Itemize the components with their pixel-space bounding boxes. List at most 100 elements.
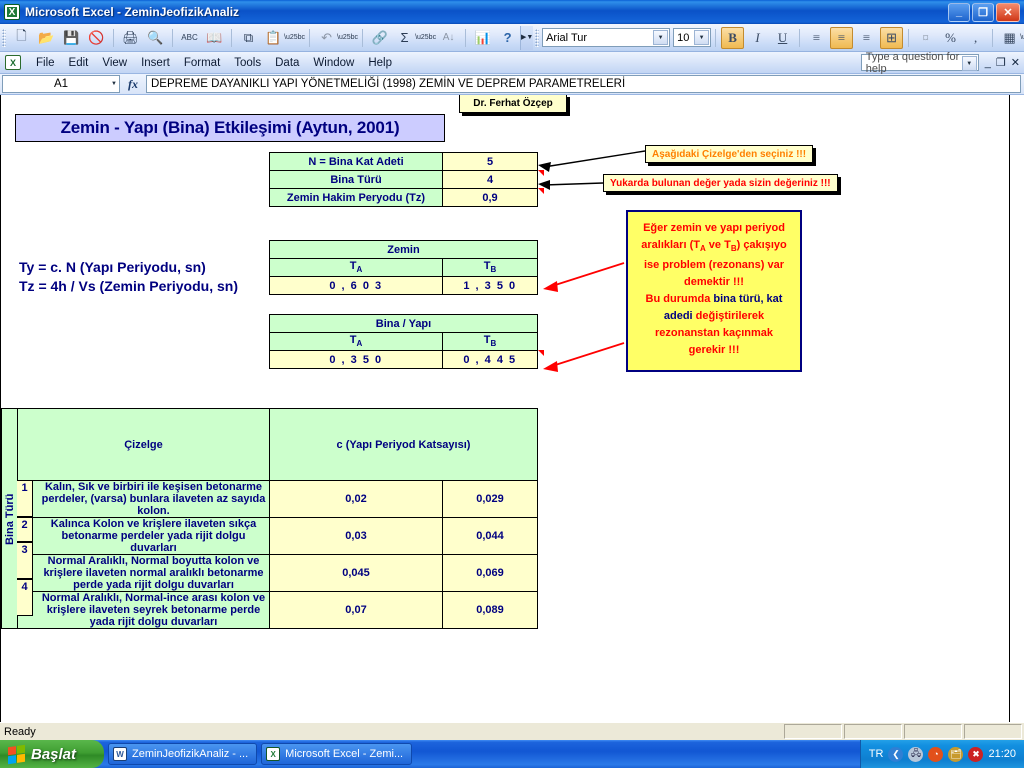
close-button[interactable]: ✕ xyxy=(996,2,1020,22)
status-text: Ready xyxy=(4,725,36,738)
name-box[interactable]: A1 ▼ xyxy=(2,75,120,93)
browser-icon[interactable]: ◔ xyxy=(928,746,944,762)
paste-icon[interactable]: 📋 xyxy=(262,27,285,49)
toolbar-overflow-standard[interactable]: ▶▼ xyxy=(520,25,533,50)
security-icon[interactable]: ✖ xyxy=(968,746,984,762)
research-icon[interactable]: 📖 xyxy=(203,27,226,49)
new-icon[interactable]: 🗋 xyxy=(10,27,33,49)
cizelge-row-4-desc: Normal Aralıklı, Normal-ince arası kolon… xyxy=(17,591,270,629)
permission-icon[interactable]: 🚫 xyxy=(85,27,108,49)
ask-a-question-input[interactable]: Type a question for help ▼ xyxy=(860,51,979,75)
bold-button[interactable]: B xyxy=(721,26,745,49)
menu-item-file[interactable]: File xyxy=(29,55,62,71)
status-cell-3 xyxy=(904,724,962,739)
percent-button[interactable]: % xyxy=(939,27,962,49)
align-right-button[interactable]: ≡ xyxy=(855,27,878,49)
zemin-value-ta: 0 , 6 0 3 xyxy=(269,276,443,295)
chevron-down-icon[interactable]: ▼ xyxy=(961,56,977,71)
network-icon[interactable]: 🖧 xyxy=(908,746,924,762)
table-row: 1 Kalın, Sık ve birbiri ile keşisen beto… xyxy=(2,480,538,518)
toolbar-grip-standard[interactable] xyxy=(2,28,6,47)
cizelge-row-index: 4 xyxy=(17,579,33,616)
windows-flag-icon xyxy=(8,744,25,764)
menu-item-view[interactable]: View xyxy=(95,55,134,71)
autosum-dropdown-arrow[interactable]: \u25bc xyxy=(415,34,436,41)
undo-dropdown-arrow[interactable]: \u25bc xyxy=(337,34,358,41)
input-value-zemin-peryodu[interactable]: 0,9 xyxy=(442,188,538,207)
input-value-kat-adeti[interactable]: 5 xyxy=(442,152,538,171)
align-center-button[interactable]: ≡ xyxy=(830,26,854,49)
menu-item-window[interactable]: Window xyxy=(306,55,361,71)
cizelge-row-3-c2: 0,069 xyxy=(442,554,538,592)
merge-center-button[interactable]: ⊞ xyxy=(880,26,904,49)
input-value-bina-turu[interactable]: 4 xyxy=(442,170,538,189)
start-button[interactable]: Başlat xyxy=(0,740,104,768)
comment-marker-icon[interactable] xyxy=(538,188,544,194)
toolbar-grip-formatting[interactable] xyxy=(535,28,540,47)
bina-ta-subscript: A xyxy=(356,339,363,349)
folder-icon[interactable]: 🗂 xyxy=(948,746,964,762)
chart-wizard-icon[interactable]: 📊 xyxy=(471,27,494,49)
chevron-down-icon[interactable]: ▼ xyxy=(694,30,710,45)
menu-item-insert[interactable]: Insert xyxy=(134,55,177,71)
comment-marker-icon[interactable] xyxy=(538,350,544,356)
minimize-button[interactable]: _ xyxy=(948,2,970,22)
open-icon[interactable]: 📂 xyxy=(35,27,58,49)
undo-icon[interactable]: ↶ xyxy=(315,27,338,49)
status-bar: Ready xyxy=(0,722,1024,740)
restore-button[interactable]: ❐ xyxy=(972,2,994,22)
sort-ascending-icon[interactable]: A↓ xyxy=(437,27,460,49)
zemin-period-table: Zemin TA TB 0 , 6 0 3 1 , 3 5 0 xyxy=(269,240,538,295)
document-minimize-button[interactable]: _ xyxy=(985,57,991,69)
chevron-down-icon[interactable]: ▼ xyxy=(111,81,117,87)
autosum-icon[interactable]: Σ xyxy=(393,27,416,49)
document-close-button[interactable]: ✕ xyxy=(1011,56,1020,69)
cizelge-row-3-c1: 0,045 xyxy=(269,554,443,592)
cizelge-row-1-desc: 1 Kalın, Sık ve birbiri ile keşisen beto… xyxy=(17,480,270,518)
italic-button[interactable]: I xyxy=(746,27,769,49)
workbook-icon[interactable]: X xyxy=(5,55,21,70)
font-name-combo[interactable]: Arial Tur ▼ xyxy=(542,28,671,47)
borders-dropdown-arrow[interactable]: \u25bc xyxy=(1020,34,1024,41)
toolbar-separator xyxy=(465,28,467,47)
note-line-6b: değiştirilerek xyxy=(695,310,765,323)
word-icon: W xyxy=(113,747,127,761)
copy-icon[interactable]: ⧉ xyxy=(237,27,260,49)
paste-dropdown-arrow[interactable]: \u25bc xyxy=(284,34,305,41)
hyperlink-icon[interactable]: 🔗 xyxy=(368,27,391,49)
help-icon[interactable]: ? xyxy=(496,27,519,49)
messenger-icon[interactable]: ❮ xyxy=(888,746,904,762)
toolbar-separator xyxy=(362,28,364,47)
cizelge-vertical-header: Bina Türü xyxy=(1,408,18,629)
worksheet-canvas[interactable]: Zemin - Yapı (Bina) Etkileşimi (Aytun, 2… xyxy=(0,95,1010,722)
document-restore-button[interactable]: ❐ xyxy=(996,56,1006,69)
page-title: Zemin - Yapı (Bina) Etkileşimi (Aytun, 2… xyxy=(15,114,445,142)
comma-button[interactable]: , xyxy=(964,27,987,49)
print-preview-icon[interactable]: 🔍 xyxy=(144,27,167,49)
currency-button[interactable]: ¤ xyxy=(914,27,937,49)
spelling-icon[interactable]: ABC xyxy=(178,27,201,49)
taskbar-item-excel[interactable]: X Microsoft Excel - Zemi... xyxy=(261,743,413,765)
chevron-down-icon[interactable]: ▼ xyxy=(653,30,669,45)
underline-button[interactable]: U xyxy=(771,27,794,49)
zemin-col-ta: TA xyxy=(269,258,443,277)
comment-marker-icon[interactable] xyxy=(538,170,544,176)
menu-item-tools[interactable]: Tools xyxy=(227,55,268,71)
clock[interactable]: 21:20 xyxy=(988,748,1016,760)
menu-item-data[interactable]: Data xyxy=(268,55,306,71)
menu-item-format[interactable]: Format xyxy=(177,55,227,71)
taskbar-item-word[interactable]: W ZeminJeofizikAnaliz - ... xyxy=(108,743,258,765)
bina-tb-subscript: B xyxy=(490,339,497,349)
menu-item-edit[interactable]: Edit xyxy=(62,55,96,71)
menu-item-help[interactable]: Help xyxy=(361,55,399,71)
formula-input[interactable]: DEPREME DAYANIKLI YAPI YÖNETMELİĞİ (1998… xyxy=(146,75,1021,93)
input-parameters-table: N = Bina Kat Adeti 5 Bina Türü 4 Zemin H… xyxy=(269,152,538,207)
font-size-combo[interactable]: 10 ▼ xyxy=(673,28,712,47)
language-indicator[interactable]: TR xyxy=(869,748,884,760)
print-icon[interactable]: 🖨 xyxy=(119,27,142,49)
borders-button[interactable]: ▦ xyxy=(998,27,1021,49)
align-left-button[interactable]: ≡ xyxy=(805,27,828,49)
table-row: Bina / Yapı xyxy=(269,314,538,333)
save-icon[interactable]: 💾 xyxy=(60,27,83,49)
insert-function-icon[interactable]: fx xyxy=(120,77,146,92)
